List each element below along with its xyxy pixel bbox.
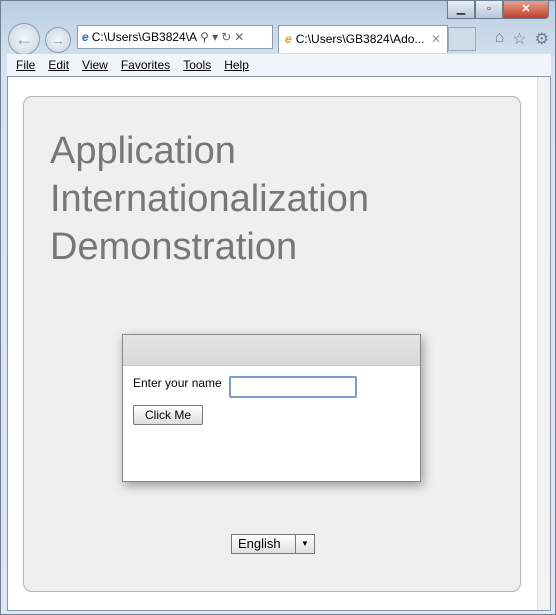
language-select[interactable]: English ▼ [231,534,315,554]
language-value: English [238,536,281,551]
title-line: Application [50,130,236,172]
page-title: Application Internationalization Demonst… [50,127,369,271]
menu-edit[interactable]: Edit [48,54,69,76]
favorites-star-icon[interactable]: ☆ [512,29,526,49]
home-icon[interactable]: ⌂ [495,29,505,49]
title-line: Demonstration [50,226,298,268]
menu-favorites[interactable]: Favorites [121,54,170,76]
title-line: Internationalization [50,178,369,220]
menu-view[interactable]: View [82,54,108,76]
toolbar-icons: ⌂ ☆ ⚙ [495,29,549,49]
menu-help[interactable]: Help [224,54,249,76]
page-content: Application Internationalization Demonst… [7,76,551,611]
new-tab-button[interactable] [448,27,476,51]
dialog-header [123,335,420,366]
browser-window: ▁ ▫ ✕ ← → e C:\Users\GB3824\A ⚲ ▾ ↻ ✕ e … [0,0,556,615]
address-bar[interactable]: e C:\Users\GB3824\A ⚲ ▾ ↻ ✕ [77,25,273,49]
name-dialog: Enter your name Click Me [122,334,421,482]
maximize-button[interactable]: ▫ [475,1,503,19]
tab-title: C:\Users\GB3824\Ado... [295,32,425,46]
address-text: C:\Users\GB3824\A [91,30,198,44]
search-icon[interactable]: ⚲ ▾ [200,26,218,48]
ie-icon: e [285,32,292,46]
gear-icon[interactable]: ⚙ [535,29,549,49]
scrollbar[interactable] [537,77,550,610]
chevron-down-icon[interactable]: ▼ [295,535,314,553]
ie-icon: e [82,30,89,44]
minimize-button[interactable]: ▁ [447,1,475,19]
forward-button[interactable]: → [45,27,71,53]
menu-tools[interactable]: Tools [183,54,211,76]
main-panel: Application Internationalization Demonst… [23,96,521,592]
tab-active[interactable]: e C:\Users\GB3824\Ado... ✕ [278,25,448,53]
back-button[interactable]: ← [8,23,40,55]
menu-bar: File Edit View Favorites Tools Help [7,54,551,76]
click-me-button[interactable]: Click Me [133,405,203,425]
name-input[interactable] [229,376,357,398]
refresh-icon[interactable]: ↻ [221,26,231,48]
stop-icon[interactable]: ✕ [234,26,244,48]
close-button[interactable]: ✕ [503,1,549,19]
window-controls: ▁ ▫ ✕ [447,1,549,19]
menu-file[interactable]: File [16,54,35,76]
name-label: Enter your name [133,376,222,390]
close-tab-icon[interactable]: ✕ [431,26,441,53]
